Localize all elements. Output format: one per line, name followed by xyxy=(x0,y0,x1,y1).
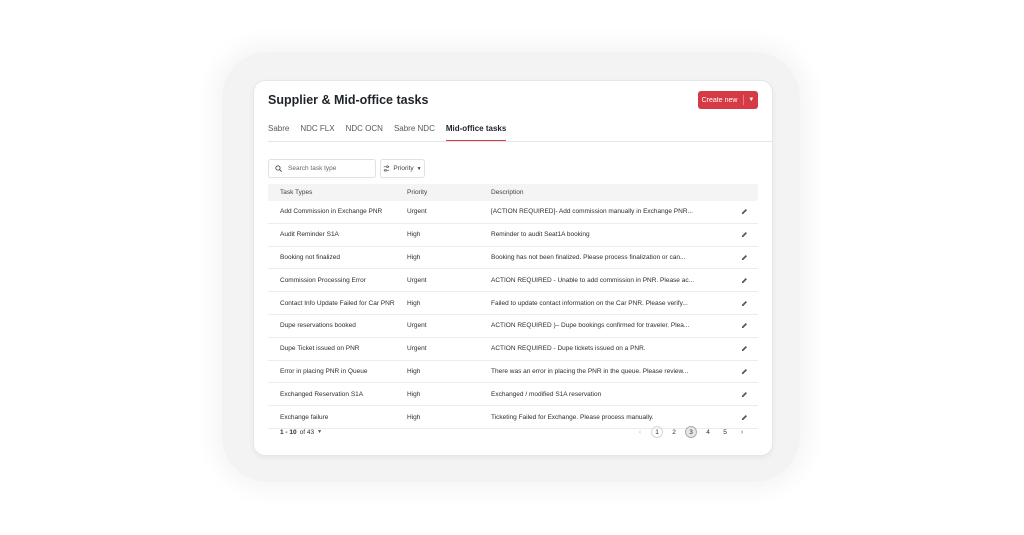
tab-sabre-ndc[interactable]: Sabre NDC xyxy=(394,119,435,140)
task-type-cell: Exchanged Reservation S1A xyxy=(280,390,364,398)
table-row[interactable]: Audit Reminder S1A High Reminder to audit … xyxy=(268,224,758,247)
page-button-1[interactable]: 1 xyxy=(651,426,663,438)
priority-cell: Urgent xyxy=(407,208,427,216)
tab-mid-office-tasks[interactable]: Mid-office tasks xyxy=(445,119,507,141)
table-row[interactable]: Error in placing PNR in Queue High There w… xyxy=(268,361,758,384)
pencil-edit-icon[interactable] xyxy=(741,345,748,352)
table-row[interactable]: Commission Processing Error Urgent ACTION … xyxy=(268,269,758,293)
priority-cell: Urgent xyxy=(407,322,427,330)
actions-cell xyxy=(713,414,758,421)
description-cell: [ACTION REQUIRED]- Add commission manual… xyxy=(491,208,693,216)
create-new-label: Create new xyxy=(701,96,738,104)
description-cell: Booking has not been finalized. Please p… xyxy=(491,253,686,261)
search-input[interactable] xyxy=(288,165,368,172)
task-type-cell: Audit Reminder S1A xyxy=(280,231,339,239)
pencil-edit-icon[interactable] xyxy=(741,277,748,284)
description-cell: Failed to update contact information on … xyxy=(491,299,688,307)
priority-cell: High xyxy=(407,231,421,239)
page-button-2[interactable]: 2 xyxy=(668,426,680,438)
table-row[interactable]: Contact Info Update Failed for Car PNR Hi… xyxy=(268,292,758,315)
priority-cell: High xyxy=(407,299,421,307)
priority-cell: High xyxy=(407,390,421,398)
pencil-edit-icon[interactable] xyxy=(741,231,748,238)
table-row[interactable]: Dupe Ticket issued on PNR Urgent ACTION RE… xyxy=(268,338,758,361)
tab-ndc-ocn[interactable]: NDC OCN xyxy=(346,119,383,140)
chevron-down-icon: ▼ xyxy=(317,429,323,435)
task-type-cell: Dupe Ticket issued on PNR xyxy=(280,345,360,353)
description-cell: There was an error in placing the PNR in… xyxy=(491,367,689,375)
actions-cell xyxy=(713,231,758,238)
column-header-priority[interactable]: Priority xyxy=(407,189,491,196)
task-type-cell: Add Commission in Exchange PNR xyxy=(280,208,383,216)
pencil-edit-icon[interactable] xyxy=(741,322,748,329)
filter-sliders-icon xyxy=(384,165,390,172)
table-header: Task Types Priority Description xyxy=(268,184,758,201)
task-type-cell: Dupe reservations booked xyxy=(280,322,356,330)
description-cell: ACTION REQUIRED - Unable to add commissi… xyxy=(491,276,695,284)
pencil-edit-icon[interactable] xyxy=(741,368,748,375)
tab-sabre[interactable]: Sabre xyxy=(268,119,289,140)
page-button-3[interactable]: 3 xyxy=(685,426,697,438)
actions-cell xyxy=(713,277,758,284)
description-cell: ACTION REQUIRED - Dupe tickets issued on… xyxy=(491,345,646,353)
button-divider xyxy=(743,95,745,105)
chevron-left-icon[interactable]: ‹ xyxy=(634,426,646,438)
page-size-selector[interactable]: 1 - 10 of 43 ▼ xyxy=(268,429,322,436)
search-field[interactable] xyxy=(268,159,376,178)
table-footer: 1 - 10 of 43 ▼ ‹ 12345 › xyxy=(268,424,758,440)
actions-cell xyxy=(713,300,758,307)
table-row[interactable]: Exchanged Reservation S1A High Exchanged /… xyxy=(268,383,758,407)
page-list: 12345 xyxy=(651,426,731,438)
pencil-edit-icon[interactable] xyxy=(741,254,748,261)
actions-cell xyxy=(713,208,758,215)
page-title: Supplier & Mid-office tasks xyxy=(268,93,429,107)
tab-bar: Sabre NDC FLX NDC OCN Sabre NDC Mid-offi… xyxy=(268,119,772,142)
range-total: of 43 xyxy=(299,428,315,436)
priority-cell: High xyxy=(407,367,421,375)
task-type-cell: Exchange failure xyxy=(280,413,329,421)
priority-filter-button[interactable]: Priority ▼ xyxy=(380,159,425,178)
page-button-5[interactable]: 5 xyxy=(719,426,731,438)
tasks-panel: Supplier & Mid-office tasks Create new ▼… xyxy=(253,80,773,456)
tasks-table: Task Types Priority Description Add Comm… xyxy=(268,184,758,429)
priority-cell: High xyxy=(407,413,421,421)
chevron-right-icon[interactable]: › xyxy=(736,426,748,438)
table-body: Add Commission in Exchange PNR Urgent [ACT… xyxy=(268,201,758,429)
page-button-4[interactable]: 4 xyxy=(702,426,714,438)
create-new-button[interactable]: Create new ▼ xyxy=(698,91,758,109)
pencil-edit-icon[interactable] xyxy=(741,391,748,398)
table-row[interactable]: Dupe reservations booked Urgent ACTION REQ… xyxy=(268,315,758,338)
pencil-edit-icon[interactable] xyxy=(741,208,748,215)
chevron-down-icon: ▼ xyxy=(416,165,422,172)
actions-cell xyxy=(713,368,758,375)
priority-filter-label: Priority xyxy=(393,165,414,172)
description-cell: Reminder to audit Seat1A booking xyxy=(491,231,590,239)
task-type-cell: Booking not finalized xyxy=(280,253,340,261)
table-row[interactable]: Add Commission in Exchange PNR Urgent [ACT… xyxy=(268,201,758,224)
actions-cell xyxy=(713,345,758,352)
actions-cell xyxy=(713,254,758,261)
task-type-cell: Commission Processing Error xyxy=(280,276,366,284)
priority-cell: Urgent xyxy=(407,345,427,353)
task-type-cell: Contact Info Update Failed for Car PNR xyxy=(280,299,395,307)
table-row[interactable]: Booking not finalized High Booking has not… xyxy=(268,247,758,270)
search-icon xyxy=(275,165,282,172)
task-type-cell: Error in placing PNR in Queue xyxy=(280,367,368,375)
column-header-task-types[interactable]: Task Types xyxy=(268,189,407,196)
description-cell: Exchanged / modified S1A reservation xyxy=(491,390,602,398)
actions-cell xyxy=(713,391,758,398)
tab-ndc-flx[interactable]: NDC FLX xyxy=(300,119,334,140)
description-cell: ACTION REQUIRED )– Dupe bookings confirm… xyxy=(491,322,690,330)
priority-cell: High xyxy=(407,253,421,261)
actions-cell xyxy=(713,322,758,329)
priority-cell: Urgent xyxy=(407,276,427,284)
chevron-down-icon[interactable]: ▼ xyxy=(748,97,754,103)
pencil-edit-icon[interactable] xyxy=(741,414,748,421)
pencil-edit-icon[interactable] xyxy=(741,300,748,307)
column-header-description[interactable]: Description xyxy=(491,189,713,196)
pagination: ‹ 12345 › xyxy=(634,426,758,438)
range-text: 1 - 10 xyxy=(280,428,297,436)
description-cell: Ticketing Failed for Exchange. Please pr… xyxy=(491,413,654,421)
